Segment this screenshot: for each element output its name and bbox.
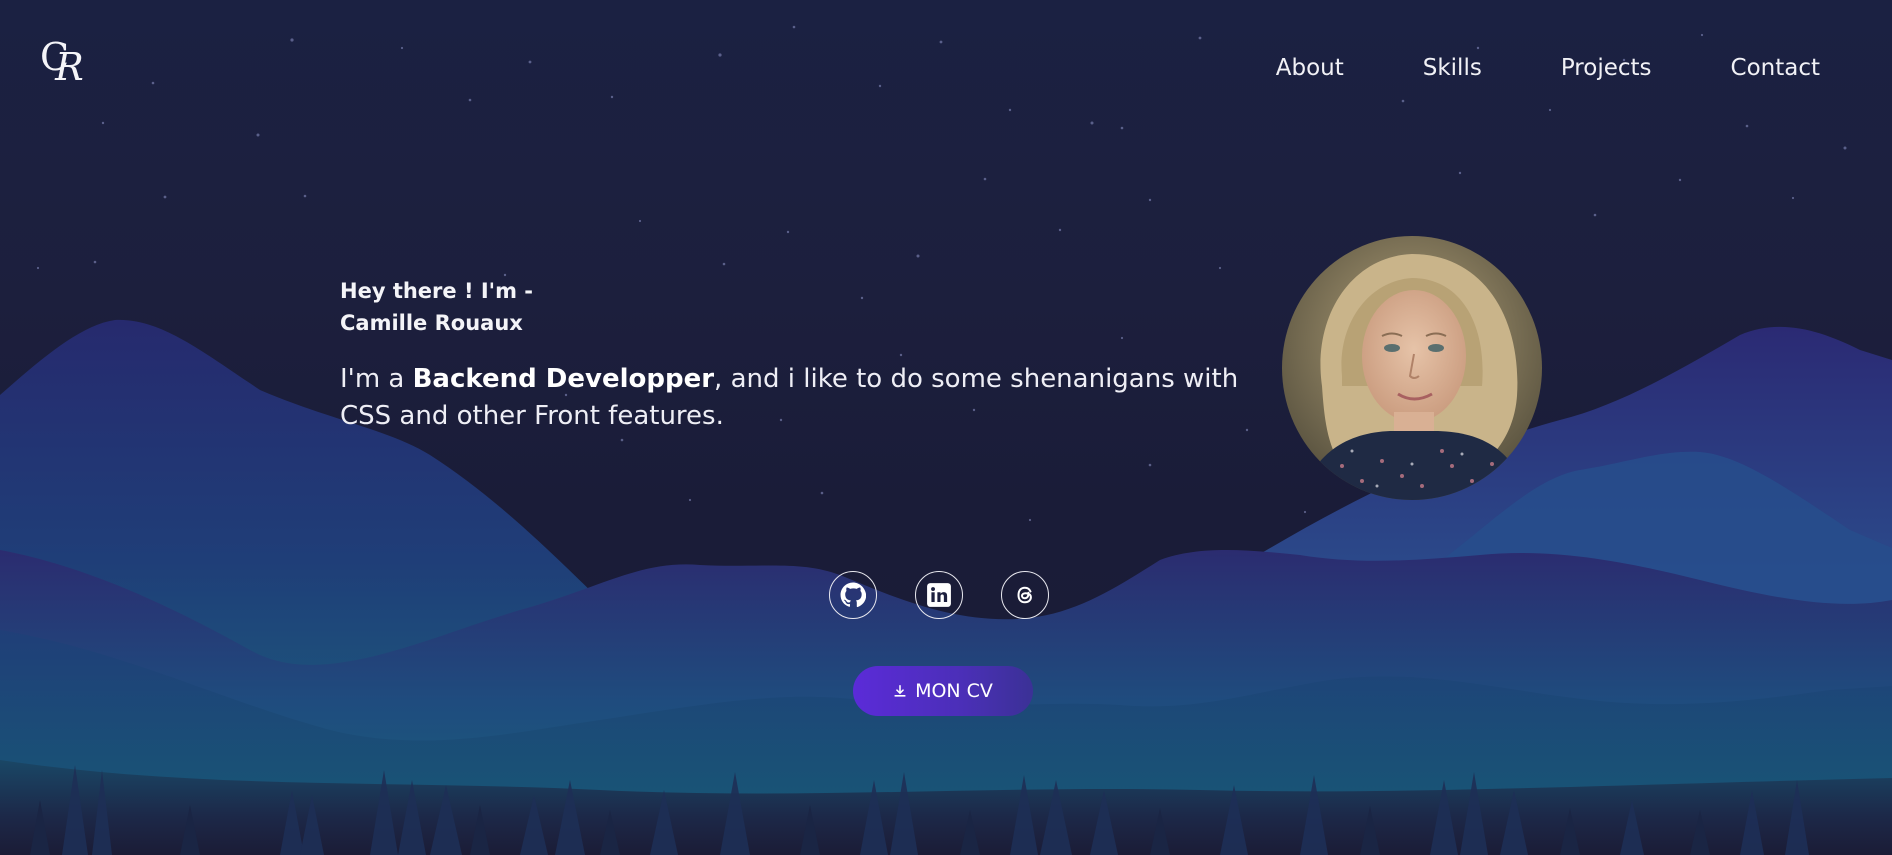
desc-prefix: I'm a	[340, 364, 413, 394]
github-icon	[840, 582, 866, 608]
logo-letter-c: C	[40, 35, 69, 79]
greeting: Hey there ! I'm - Camille Rouaux	[340, 275, 1240, 339]
linkedin-icon	[927, 583, 951, 607]
nav-about[interactable]: About	[1276, 55, 1344, 81]
desc-role: Backend Developper	[412, 364, 715, 394]
profile-avatar	[1282, 236, 1542, 500]
download-icon	[894, 684, 906, 697]
logo-letter-r: R	[55, 45, 83, 89]
hero-intro: Hey there ! I'm - Camille Rouaux I'm a B…	[340, 275, 1240, 461]
nav-skills[interactable]: Skills	[1423, 55, 1482, 81]
github-link[interactable]	[829, 571, 877, 619]
greeting-line: Hey there ! I'm -	[340, 279, 533, 303]
download-cv-button[interactable]: MON CV	[853, 666, 1033, 716]
cv-button-label: MON CV	[915, 680, 993, 702]
nav-contact[interactable]: Contact	[1731, 55, 1820, 81]
threads-icon	[1017, 586, 1032, 604]
main-nav: About Skills Projects Contact	[1276, 55, 1820, 81]
threads-link[interactable]	[1001, 571, 1049, 619]
intro-description: I'm a Backend Developper, and i like to …	[340, 361, 1240, 435]
site-logo[interactable]: CR	[40, 38, 83, 86]
linkedin-link[interactable]	[915, 571, 963, 619]
name-heading: Camille Rouaux	[340, 311, 523, 335]
nav-projects[interactable]: Projects	[1561, 55, 1652, 81]
social-links	[829, 571, 1049, 619]
